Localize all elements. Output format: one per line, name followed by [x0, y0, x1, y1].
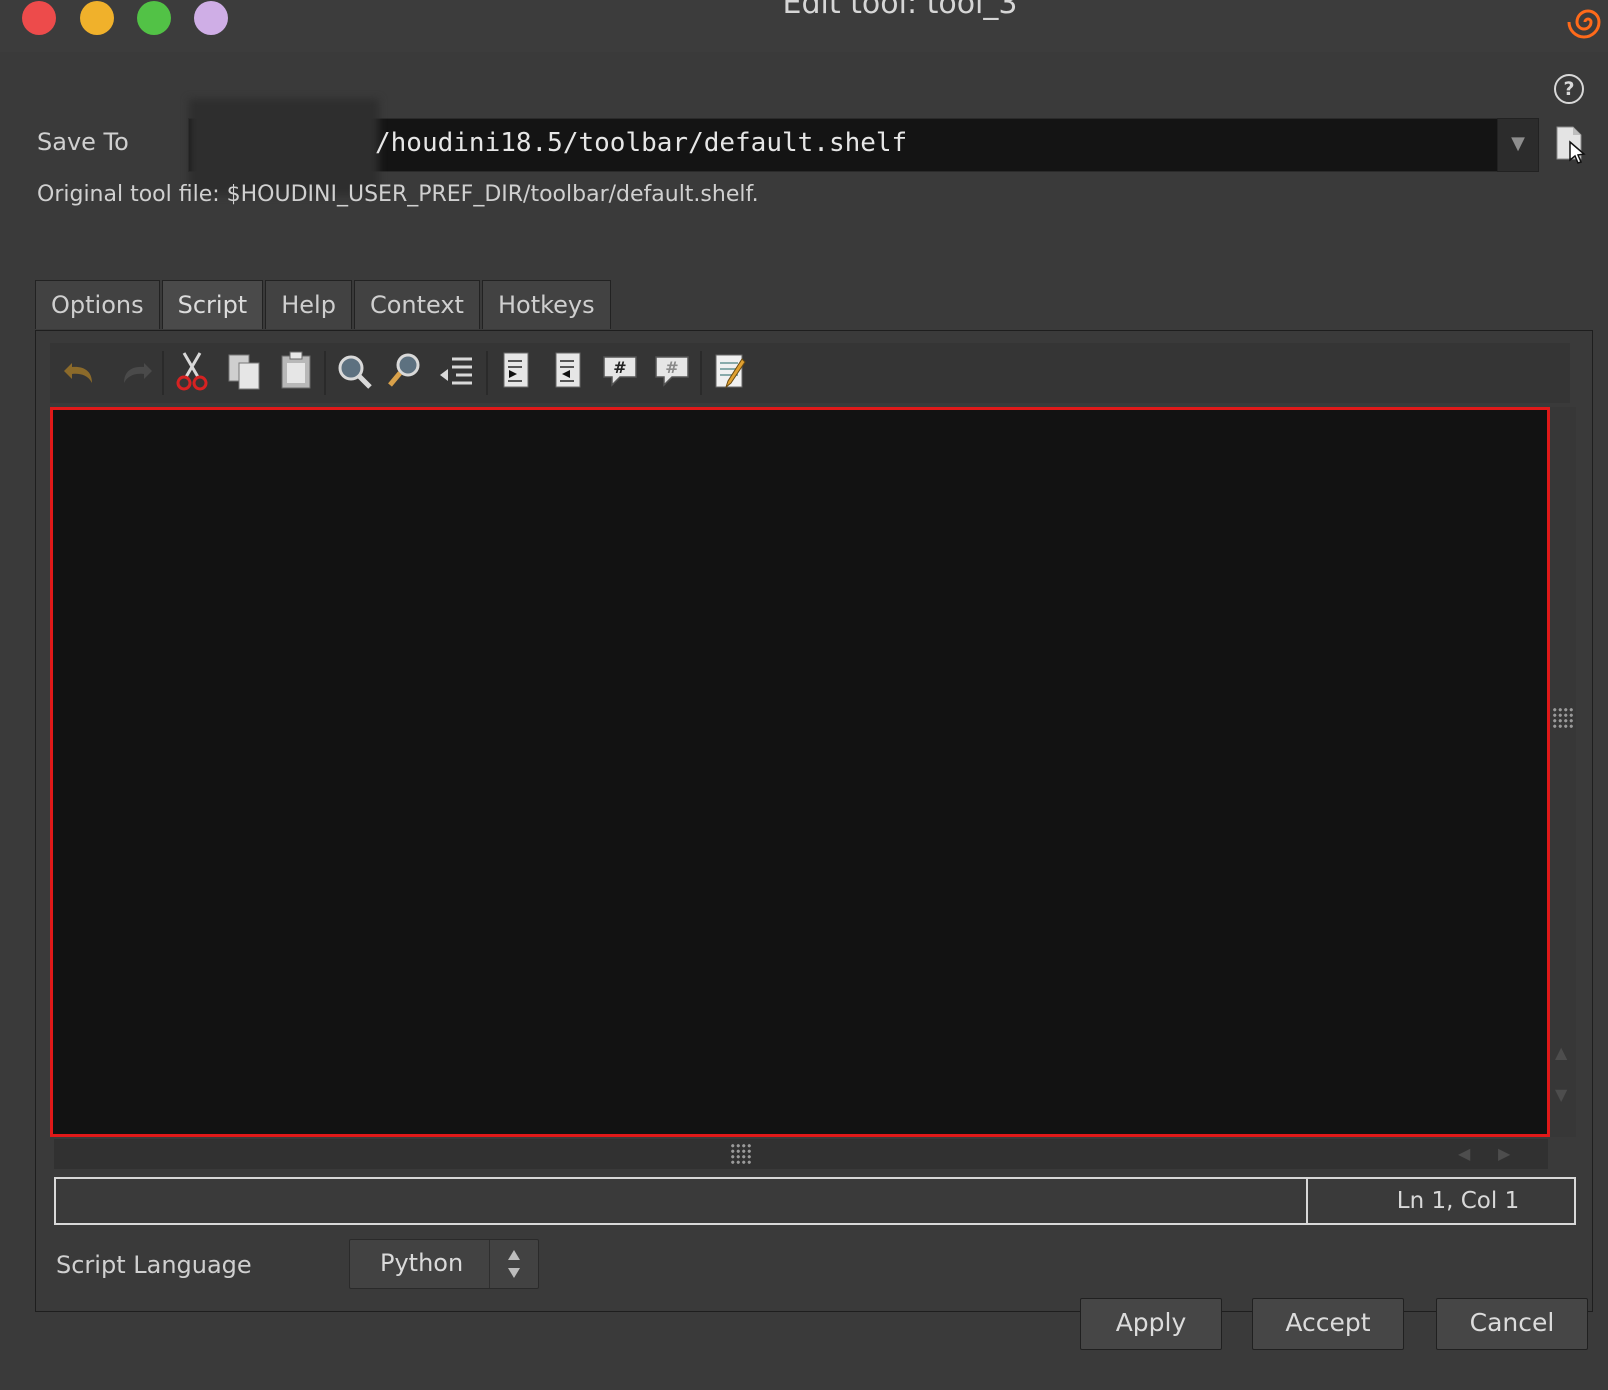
status-message — [56, 1179, 1308, 1223]
scroll-right-icon[interactable]: ▶ — [1498, 1144, 1510, 1163]
find-icon[interactable] — [330, 347, 378, 395]
script-panel: # # ▲ ▼ ◀ ▶ Ln 1, Col 1 Script Language … — [35, 330, 1593, 1312]
vertical-resize-grip-icon[interactable] — [1552, 707, 1574, 729]
accept-button[interactable]: Accept — [1252, 1298, 1404, 1350]
save-to-path: /houdini18.5/toolbar/default.shelf — [375, 128, 908, 158]
status-bar: Ln 1, Col 1 — [54, 1177, 1576, 1225]
toolbar-separator — [324, 351, 326, 395]
horizontal-scrollbar[interactable]: ◀ ▶ — [54, 1139, 1548, 1169]
tab-help[interactable]: Help — [265, 280, 352, 329]
script-language-value: Python — [380, 1249, 464, 1277]
external-editor-icon[interactable] — [706, 347, 754, 395]
file-chooser-icon[interactable] — [1554, 124, 1590, 166]
undo-icon[interactable] — [58, 347, 106, 395]
paste-icon[interactable] — [272, 347, 320, 395]
redacted-path-blur — [189, 99, 379, 195]
vertical-scrollbar[interactable]: ▲ ▼ — [1550, 407, 1576, 1137]
script-toolbar: # # — [50, 343, 1570, 403]
original-tool-file-text: Original tool file: $HOUDINI_USER_PREF_D… — [37, 182, 759, 207]
cut-icon[interactable] — [168, 347, 216, 395]
svg-text:#: # — [613, 358, 626, 377]
toolbar-separator — [486, 351, 488, 395]
houdini-logo-icon — [1566, 0, 1608, 40]
title-bar: Edit tool: tool_3 — [0, 0, 1608, 52]
svg-text:#: # — [665, 358, 678, 377]
script-editor[interactable] — [50, 407, 1550, 1137]
save-to-dropdown-button[interactable]: ▼ — [1497, 118, 1539, 172]
scroll-left-icon[interactable]: ◀ — [1458, 1144, 1470, 1163]
scroll-down-icon[interactable]: ▼ — [1555, 1085, 1567, 1104]
tab-script[interactable]: Script — [161, 280, 264, 329]
save-to-label: Save To — [37, 128, 129, 156]
up-down-arrows-icon — [489, 1240, 520, 1288]
script-language-select[interactable]: Python — [349, 1239, 539, 1289]
cancel-button[interactable]: Cancel — [1436, 1298, 1588, 1350]
toolbar-separator — [162, 351, 164, 395]
indent-icon[interactable] — [492, 347, 540, 395]
apply-button[interactable]: Apply — [1080, 1298, 1222, 1350]
copy-icon[interactable] — [220, 347, 268, 395]
script-language-label: Script Language — [56, 1251, 252, 1279]
save-to-field[interactable]: /houdini18.5/toolbar/default.shelf — [188, 99, 1498, 195]
goto-line-icon[interactable] — [434, 347, 482, 395]
scroll-up-icon[interactable]: ▲ — [1555, 1043, 1567, 1062]
redo-icon[interactable] — [110, 347, 158, 395]
horizontal-resize-grip-icon[interactable] — [730, 1143, 752, 1165]
comment-icon[interactable]: # — [596, 347, 644, 395]
window-title: Edit tool: tool_3 — [782, 0, 1018, 21]
help-icon[interactable]: ? — [1554, 74, 1584, 104]
tab-context[interactable]: Context — [353, 280, 480, 329]
cursor-position: Ln 1, Col 1 — [1396, 1188, 1520, 1214]
tab-options[interactable]: Options — [35, 280, 160, 329]
toolbar-separator — [700, 351, 702, 395]
tab-bar: Options Script Help Context Hotkeys — [35, 280, 613, 330]
uncomment-icon[interactable]: # — [648, 347, 696, 395]
find-replace-icon[interactable] — [382, 347, 430, 395]
unindent-icon[interactable] — [544, 347, 592, 395]
tab-hotkeys[interactable]: Hotkeys — [481, 280, 611, 329]
